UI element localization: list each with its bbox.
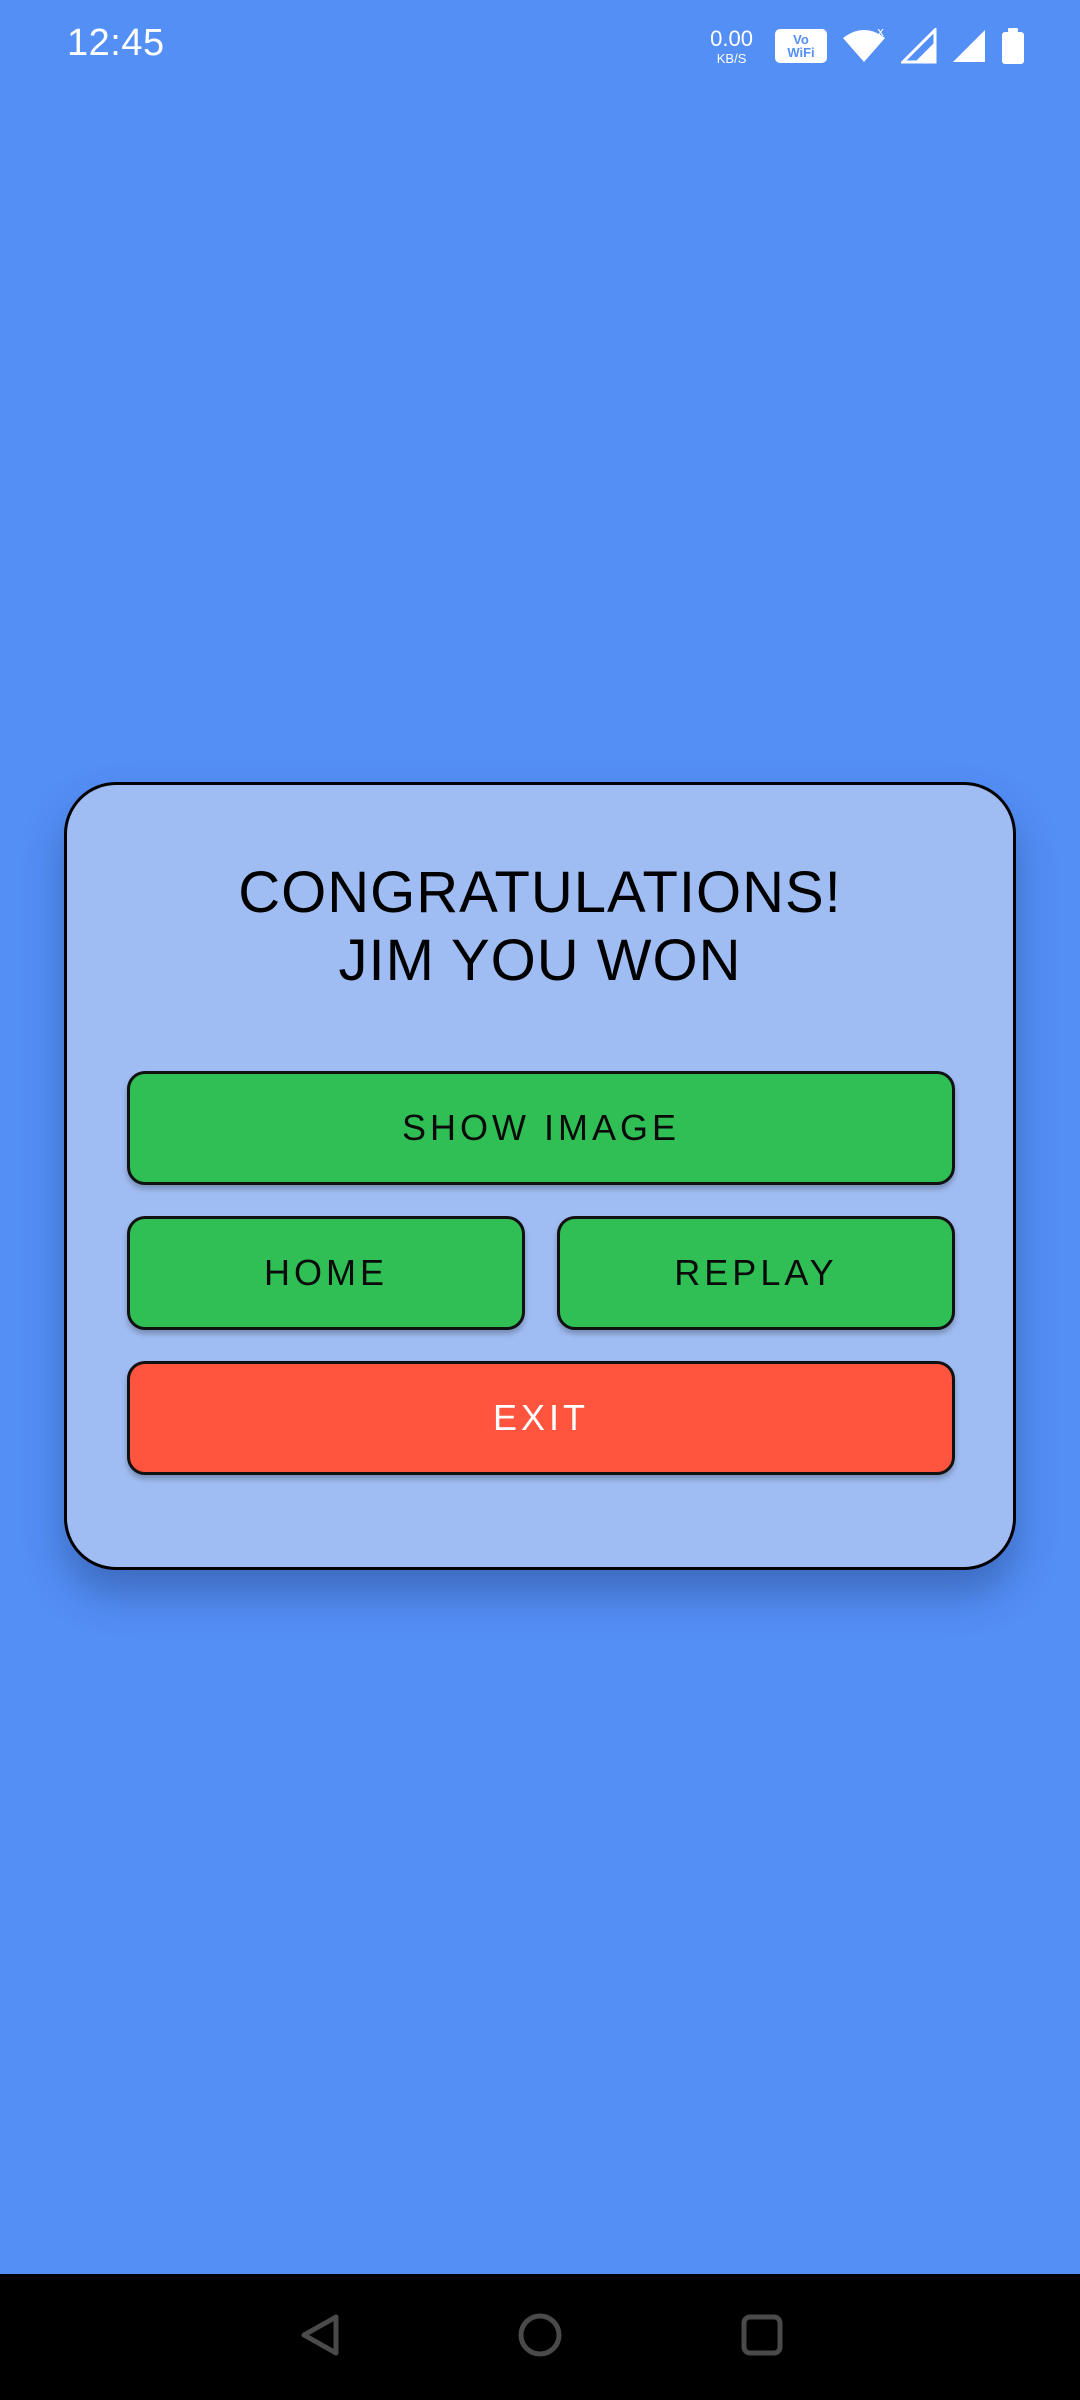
nav-back-button[interactable] bbox=[287, 2304, 353, 2370]
battery-icon bbox=[1001, 28, 1025, 64]
network-speed: 0.00 KB/S bbox=[710, 25, 753, 66]
vowifi-icon: Vo WiFi bbox=[775, 29, 827, 63]
dialog-title: CONGRATULATIONS! JIM YOU WON bbox=[67, 859, 1013, 995]
dialog-title-line2: JIM YOU WON bbox=[338, 928, 742, 993]
nav-recents-button[interactable] bbox=[729, 2304, 795, 2370]
vowifi-bottom-label: WiFi bbox=[787, 45, 815, 60]
signal-icon bbox=[951, 28, 987, 64]
wifi-icon: x bbox=[841, 28, 887, 64]
nav-home-button[interactable] bbox=[507, 2304, 573, 2370]
show-image-button[interactable]: SHOW IMAGE bbox=[127, 1071, 955, 1185]
status-time: 12:45 bbox=[67, 22, 165, 64]
exit-button[interactable]: EXIT bbox=[127, 1361, 955, 1475]
svg-text:x: x bbox=[877, 28, 884, 39]
win-dialog: CONGRATULATIONS! JIM YOU WON SHOW IMAGE … bbox=[64, 782, 1016, 1570]
recents-icon bbox=[740, 2313, 784, 2362]
replay-button[interactable]: REPLAY bbox=[557, 1216, 955, 1330]
navigation-bar bbox=[0, 2274, 1080, 2400]
network-speed-value: 0.00 bbox=[710, 25, 753, 51]
home-icon bbox=[516, 2311, 564, 2364]
status-bar: 12:45 0.00 KB/S Vo WiFi x bbox=[0, 0, 1080, 90]
signal-icon bbox=[901, 28, 937, 64]
back-icon bbox=[298, 2311, 342, 2364]
network-speed-unit: KB/S bbox=[716, 50, 747, 66]
home-button[interactable]: HOME bbox=[127, 1216, 525, 1330]
status-icons: 0.00 KB/S Vo WiFi x bbox=[710, 24, 1025, 68]
dialog-title-line1: CONGRATULATIONS! bbox=[238, 860, 842, 925]
